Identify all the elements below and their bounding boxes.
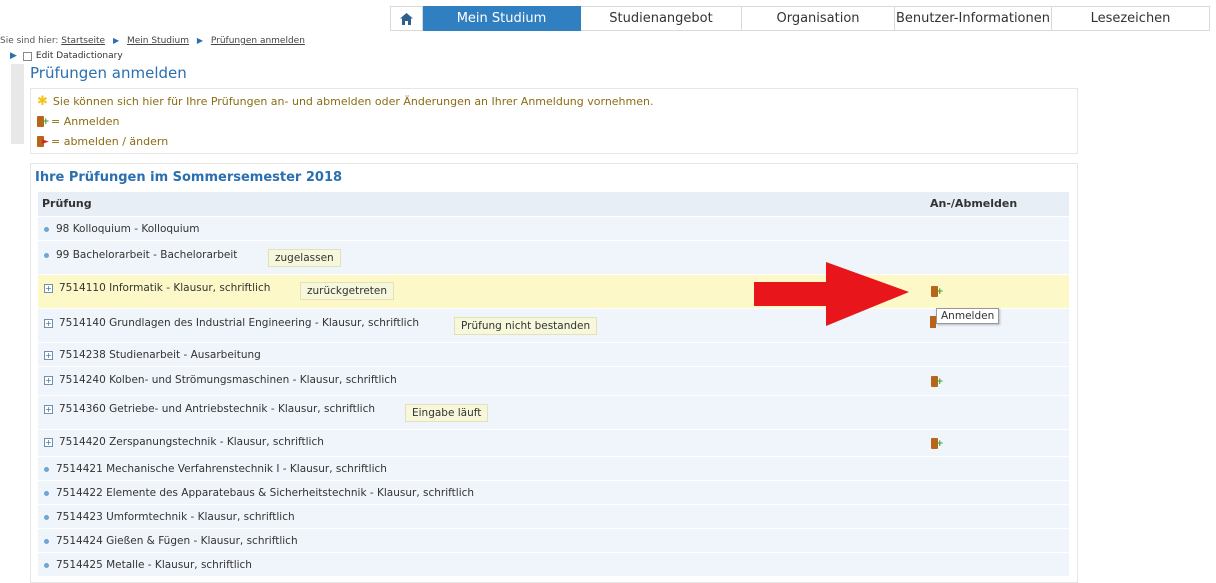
row-label: 7514421 Mechanische Verfahrenstechnik I … [44,463,387,475]
expand-triangle-icon[interactable]: ▶ [10,51,17,61]
row-label: + 7514238 Studienarbeit - Ausarbeitung [44,349,261,361]
main-navigation: Mein Studium Studienangebot Organisation… [390,6,1210,31]
status-badge: Prüfung nicht bestanden [454,317,598,335]
table-row: 7514425 Metalle - Klausur, schriftlich [38,553,1069,577]
row-label: 7514422 Elemente des Apparatebaus & Sich… [44,487,474,499]
datadictionary-label: Edit Datadictionary [35,51,123,61]
left-sidebar-strip [11,64,24,144]
bullet-icon [44,252,49,258]
legend-deregister: ► = abmelden / ändern [37,135,168,148]
table-row: 98 Kolloquium - Kolloquium [38,217,1069,241]
legend-register-text: = Anmelden [51,115,120,128]
table-row: + 7514140 Grundlagen des Industrial Engi… [38,309,1069,343]
exam-title: 7514238 Studienarbeit - Ausarbeitung [59,349,261,361]
breadcrumb-separator-icon: ▶ [112,36,120,45]
expand-plus-icon[interactable]: + [44,404,53,414]
row-label: + 7514420 Zerspanungstechnik - Klausur, … [44,436,324,448]
exam-title: 7514110 Informatik - Klausur, schriftlic… [59,282,271,294]
star-icon: ✱ [37,94,48,109]
datadictionary-checkbox[interactable] [22,51,32,61]
row-label: + 7514140 Grundlagen des Industrial Engi… [44,317,419,329]
table-row: 7514422 Elemente des Apparatebaus & Sich… [38,481,1069,505]
nav-mein-studium[interactable]: Mein Studium [423,6,581,31]
nav-lesezeichen[interactable]: Lesezeichen [1052,6,1210,31]
home-button[interactable] [390,6,423,31]
legend-deregister-text: = abmelden / ändern [51,135,169,148]
page-title: Prüfungen anmelden [30,64,187,82]
exam-title: 7514420 Zerspanungstechnik - Klausur, sc… [59,436,324,448]
row-label: 7514425 Metalle - Klausur, schriftlich [44,559,252,571]
status-badge: zugelassen [268,249,341,267]
table-row-highlighted: + 7514110 Informatik - Klausur, schriftl… [38,275,1069,309]
register-button-icon[interactable]: + [931,376,944,387]
column-header-pruefung: Prüfung [42,197,92,210]
table-row: 7514424 Gießen & Fügen - Klausur, schrif… [38,529,1069,553]
row-label: 7514424 Gießen & Fügen - Klausur, schrif… [44,535,298,547]
deregister-door-icon: ► [37,136,49,147]
table-row: + 7514420 Zerspanungstechnik - Klausur, … [38,430,1069,457]
row-label: 98 Kolloquium - Kolloquium [44,223,200,235]
row-label: + 7514360 Getriebe- und Antriebstechnik … [44,403,375,415]
table-row: + 7514360 Getriebe- und Antriebstechnik … [38,396,1069,430]
breadcrumb-mein-studium[interactable]: Mein Studium [127,36,189,46]
table-row: 7514421 Mechanische Verfahrenstechnik I … [38,457,1069,481]
bullet-icon [44,562,49,568]
info-box: ✱ Sie können sich hier für Ihre Prüfunge… [30,88,1078,154]
table-row: + 7514240 Kolben- und Strömungsmaschinen… [38,367,1069,396]
exams-box: Ihre Prüfungen im Sommersemester 2018 Pr… [30,163,1078,583]
info-hint: ✱ Sie können sich hier für Ihre Prüfunge… [37,95,653,108]
exam-title: 7514424 Gießen & Fügen - Klausur, schrif… [56,535,298,547]
breadcrumb-prefix: Sie sind hier: [0,36,59,46]
table-row: 99 Bachelorarbeit - Bachelorarbeit zugel… [38,241,1069,275]
table-row: + 7514238 Studienarbeit - Ausarbeitung [38,343,1069,367]
red-annotation-arrow-icon [754,262,909,326]
row-label: + 7514110 Informatik - Klausur, schriftl… [44,282,270,294]
tooltip: Anmelden [936,308,1000,324]
breadcrumb: Sie sind hier: Startseite ▶ Mein Studium… [0,36,305,46]
register-door-icon: + [37,116,50,127]
exam-title: 7514422 Elemente des Apparatebaus & Sich… [56,487,475,499]
nav-benutzer-informationen[interactable]: Benutzer-Informationen [895,6,1052,31]
exam-title: 7514421 Mechanische Verfahrenstechnik I … [56,463,387,475]
edit-datadictionary: ▶ Edit Datadictionary [10,51,123,61]
breadcrumb-separator-icon: ▶ [196,36,203,45]
nav-organisation[interactable]: Organisation [742,6,895,31]
info-hint-text: Sie können sich hier für Ihre Prüfungen … [52,95,654,108]
table-header: Prüfung An-/Abmelden [38,192,1069,216]
table-row: 7514423 Umformtechnik - Klausur, schrift… [38,505,1069,529]
row-label: + 7514240 Kolben- und Strömungsmaschinen… [44,374,397,386]
exam-title: 99 Bachelorarbeit - Bachelorarbeit [56,249,238,261]
register-button-icon[interactable]: + [931,286,944,297]
bullet-icon [44,514,49,520]
row-label: 99 Bachelorarbeit - Bachelorarbeit [44,249,237,261]
exam-title: 7514140 Grundlagen des Industrial Engine… [59,317,420,329]
legend-register: + = Anmelden [37,115,119,128]
exam-title: 7514423 Umformtechnik - Klausur, schrift… [56,511,295,523]
breadcrumb-pruefungen-anmelden[interactable]: Prüfungen anmelden [211,36,305,46]
exams-title: Ihre Prüfungen im Sommersemester 2018 [35,170,343,185]
bullet-icon [44,466,49,472]
status-badge: Eingabe läuft [405,404,489,422]
bullet-icon [44,226,49,232]
bullet-icon [44,490,49,496]
row-label: 7514423 Umformtechnik - Klausur, schrift… [44,511,295,523]
nav-studienangebot[interactable]: Studienangebot [581,6,742,31]
expand-plus-icon[interactable]: + [44,437,53,447]
exam-title: 7514425 Metalle - Klausur, schriftlich [56,559,252,571]
exam-title: 98 Kolloquium - Kolloquium [56,223,200,235]
column-header-an-abmelden: An-/Abmelden [930,197,1018,210]
home-icon [400,12,413,25]
breadcrumb-startseite[interactable]: Startseite [61,36,105,46]
register-button-icon[interactable]: + [931,438,944,449]
expand-plus-icon[interactable]: + [44,318,53,328]
exam-title: 7514240 Kolben- und Strömungsmaschinen -… [59,374,397,386]
expand-plus-icon[interactable]: + [44,375,53,385]
status-badge: zurückgetreten [300,282,395,300]
exam-title: 7514360 Getriebe- und Antriebstechnik - … [59,403,376,415]
expand-plus-icon[interactable]: + [44,350,53,360]
bullet-icon [44,538,49,544]
expand-plus-icon[interactable]: + [44,283,53,293]
